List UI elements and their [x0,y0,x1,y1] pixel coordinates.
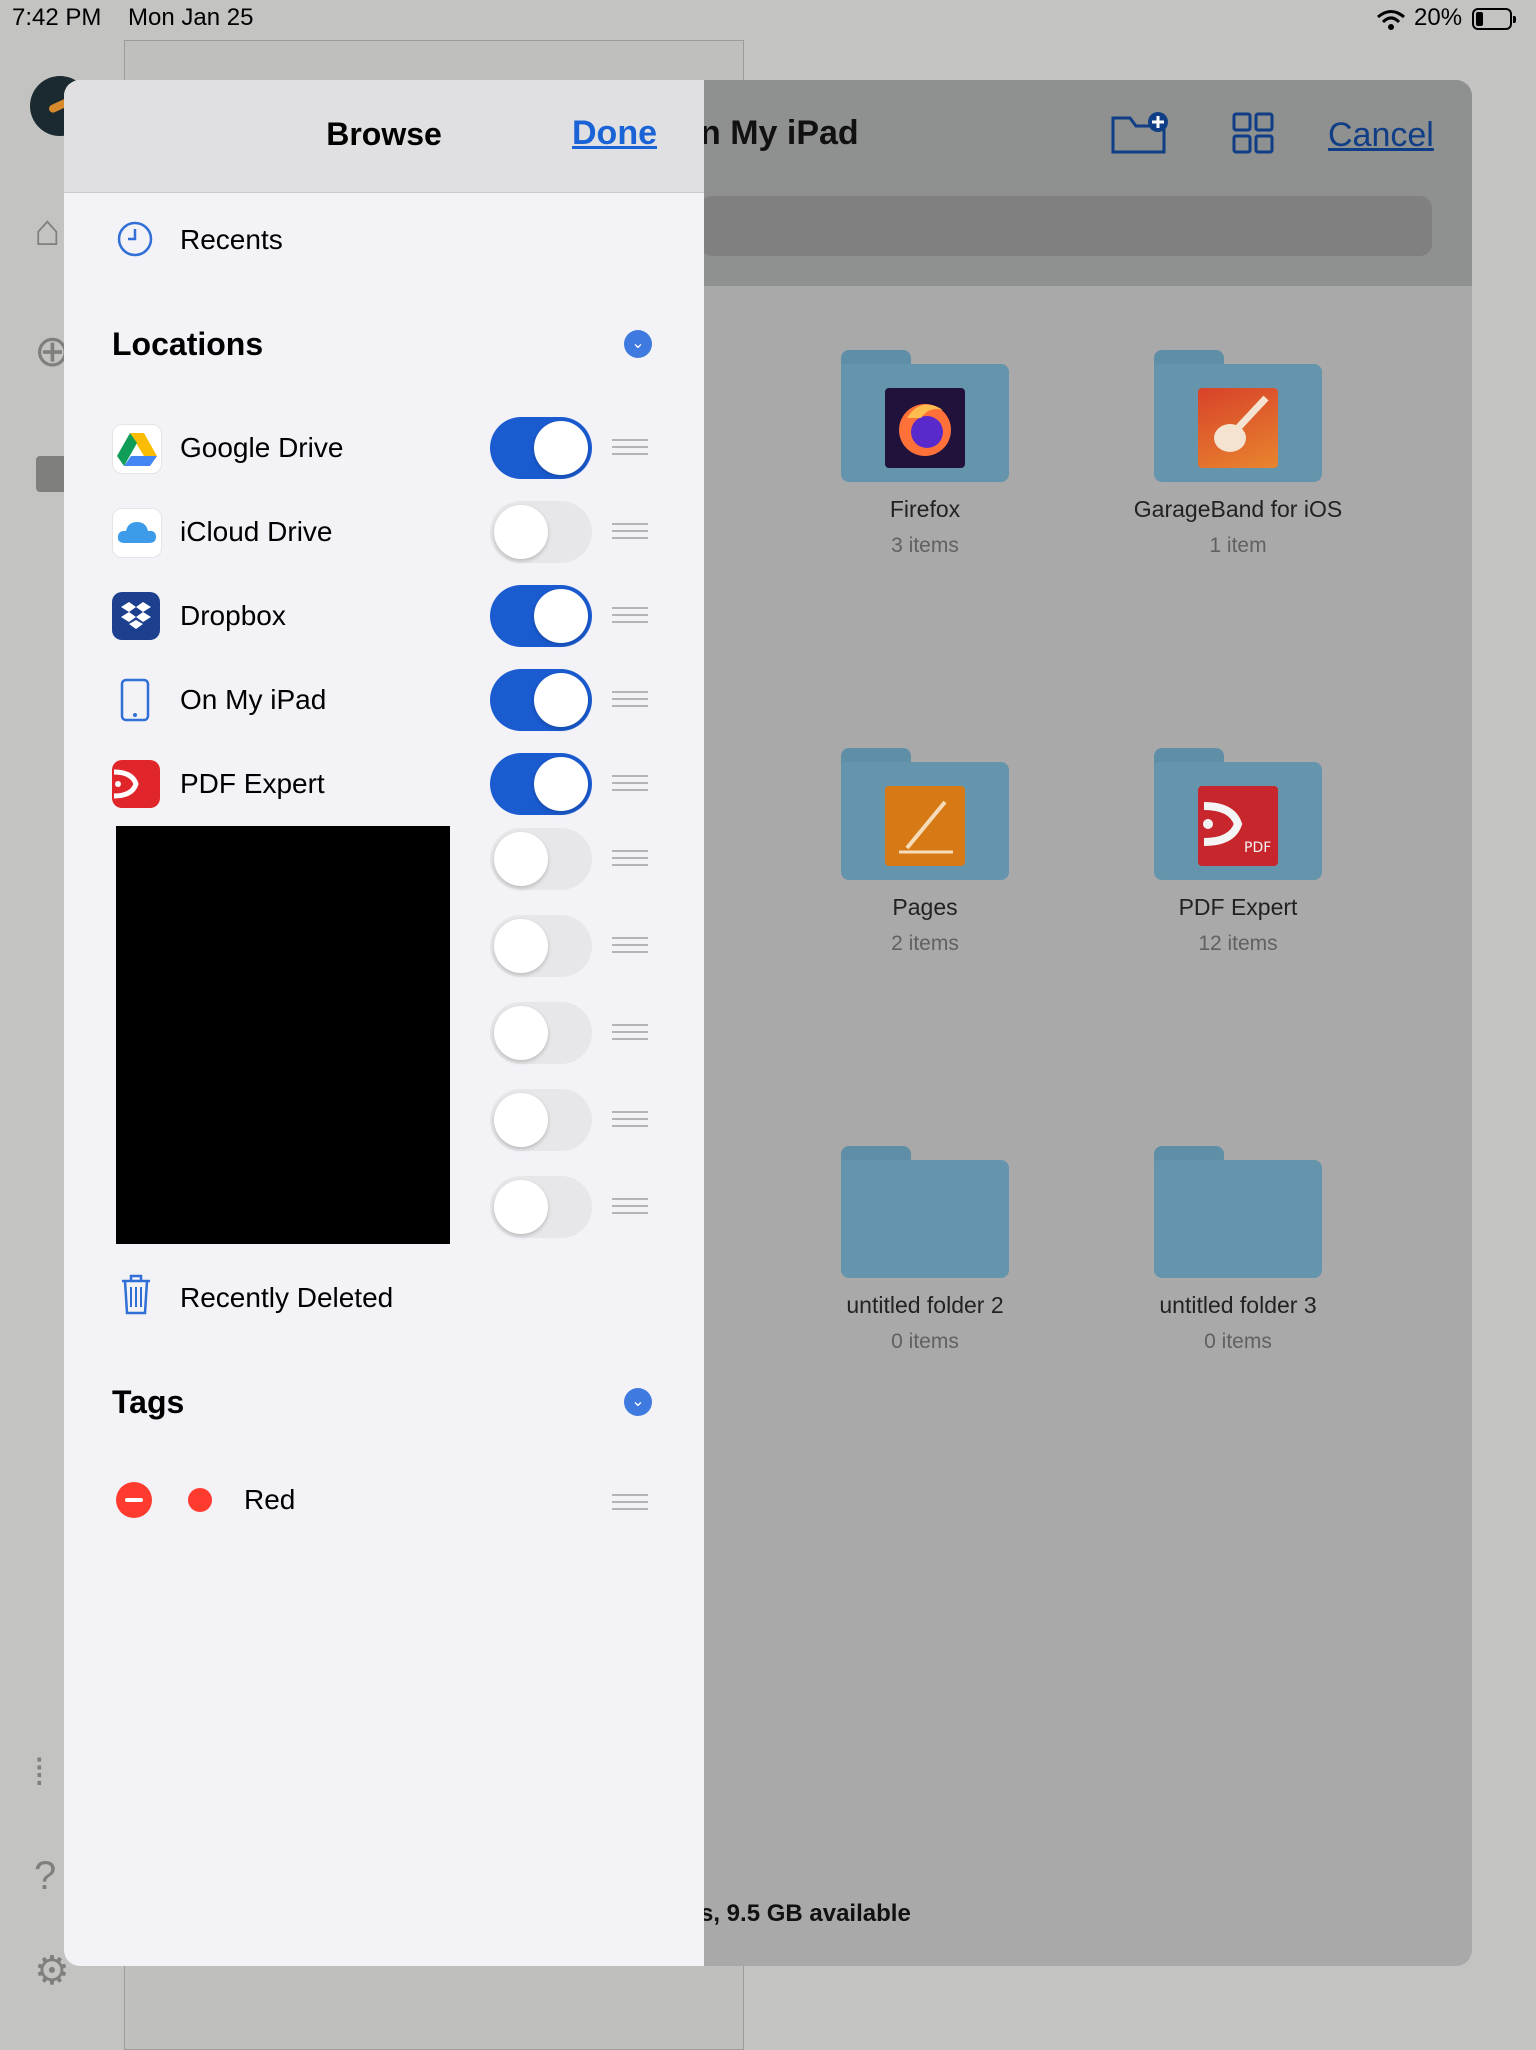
help-icon[interactable]: ? [34,1854,56,1899]
locations-heading: Locations [112,326,264,362]
folder-name: untitled folder 2 [846,1292,1004,1318]
folder-firefox-icon[interactable] [841,350,1009,482]
folder-name: GarageBand for iOS [1133,496,1343,522]
tag-label[interactable]: Red [244,1484,295,1516]
files-title: n My iPad [700,114,859,152]
hidden-location-toggle[interactable] [490,1176,592,1238]
sidebar-item-recently-deleted[interactable]: Recently Deleted [64,1264,704,1340]
pdf-expert-icon [112,760,160,808]
drag-dots-icon[interactable]: ⁞ [34,1752,45,1795]
hidden-location-toggle[interactable] [490,915,592,977]
pdf-expert-toggle[interactable] [490,753,592,815]
hidden-location-toggle[interactable] [490,1002,592,1064]
reorder-handle-icon[interactable] [612,1024,648,1042]
google-drive-toggle[interactable] [490,417,592,479]
home-icon[interactable]: ⌂ [34,206,61,256]
reorder-handle-icon[interactable] [612,691,648,709]
reorder-handle-icon[interactable] [612,1111,648,1129]
tags-heading: Tags [112,1384,185,1420]
search-field[interactable] [700,196,1432,256]
google-drive-icon [112,424,162,474]
sidebar-item-label: Recents [180,224,283,255]
folder-icon[interactable] [1154,1146,1322,1278]
chevron-down-icon[interactable]: ⌄ [624,1388,652,1416]
dropbox-toggle[interactable] [490,585,592,647]
on-my-ipad-toggle[interactable] [490,669,592,731]
redacted-region [116,826,450,1244]
hidden-location-toggle[interactable] [490,1089,592,1151]
new-folder-icon[interactable] [1110,110,1170,158]
icloud-drive-toggle[interactable] [490,501,592,563]
location-label: Google Drive [180,432,344,463]
browse-panel: Browse Done Recents Locations ⌄ Google D… [64,80,704,1966]
reorder-handle-icon[interactable] [612,607,648,625]
browse-header: Browse Done [64,80,704,193]
folder-name: PDF Expert [1178,894,1298,920]
folder-count: 0 items [891,1330,959,1353]
battery-icon [1472,8,1516,30]
location-row: Dropbox [64,574,704,658]
files-sheet: n My iPad Cancel Firefox 3 items GarageB… [700,80,1472,1966]
reorder-handle-icon[interactable] [612,775,648,793]
location-label: Dropbox [180,600,286,631]
delete-tag-icon[interactable] [116,1482,152,1518]
reorder-handle-icon[interactable] [612,1494,648,1512]
location-row: iCloud Drive [64,490,704,574]
folder-pages-icon[interactable] [841,748,1009,880]
reorder-handle-icon[interactable] [612,439,648,457]
chevron-down-icon[interactable]: ⌄ [624,330,652,358]
icloud-icon [112,508,162,558]
status-date: Mon Jan 25 [128,4,254,31]
red-tag-dot-icon [188,1488,212,1512]
reorder-handle-icon[interactable] [612,937,648,955]
reorder-handle-icon[interactable] [612,523,648,541]
location-label: PDF Expert [180,768,325,799]
folder-count: 3 items [891,534,959,557]
storage-footer: s, 9.5 GB available [700,1900,911,1927]
tag-row: Red [64,1464,704,1540]
location-row: On My iPad [64,658,704,742]
folder-garageband-icon[interactable] [1154,350,1322,482]
done-button[interactable]: Done [572,114,657,153]
clock-icon [117,221,153,257]
wifi-icon [1377,10,1405,30]
location-row: PDF Expert [64,742,704,826]
dropbox-icon [112,592,160,640]
folder-pdf-expert-icon[interactable]: PDF [1154,748,1322,880]
folder-name: untitled folder 3 [1159,1292,1317,1318]
svg-text:PDF: PDF [1244,840,1271,856]
folder-count: 12 items [1198,932,1278,955]
location-label: On My iPad [180,684,327,715]
trash-icon [122,1274,150,1315]
folder-count: 1 item [1209,534,1267,557]
files-header: n My iPad Cancel [700,80,1472,286]
cancel-button[interactable]: Cancel [1328,116,1434,155]
hidden-location-toggle[interactable] [490,828,592,890]
folder-name: Pages [892,894,958,920]
reorder-handle-icon[interactable] [612,1198,648,1216]
sidebar-item-label: Recently Deleted [180,1282,394,1313]
location-label: iCloud Drive [180,516,333,547]
folder-count: 2 items [891,932,959,955]
sidebar-item-recents[interactable]: Recents [64,210,704,286]
status-bar: 7:42 PM Mon Jan 25 20% [0,0,1536,40]
folder-name: Firefox [889,496,961,522]
folder-icon[interactable] [841,1146,1009,1278]
reorder-handle-icon[interactable] [612,850,648,868]
ipad-icon [120,678,150,722]
grid-view-icon[interactable] [1232,112,1274,154]
battery-percent: 20% [1414,4,1463,31]
folder-count: 0 items [1204,1330,1272,1353]
status-time: 7:42 PM [12,4,102,31]
location-row: Google Drive [64,406,704,490]
